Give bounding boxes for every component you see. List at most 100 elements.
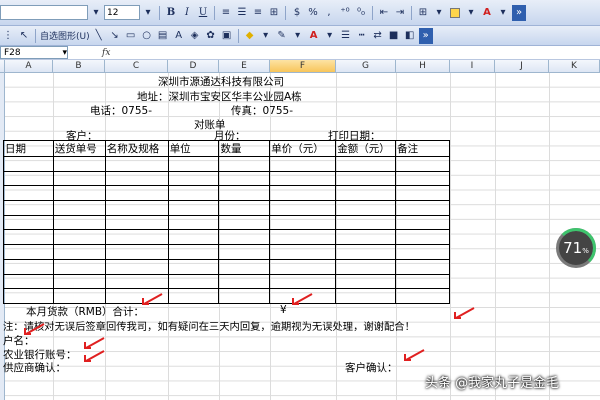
column-header-e[interactable]: E (219, 60, 270, 73)
header-unit-price[interactable]: 单价（元） (269, 140, 337, 157)
autoshapes-menu[interactable]: 自选图形(U) (40, 28, 90, 44)
table-cell[interactable] (104, 229, 169, 246)
wordart-icon[interactable]: A (172, 28, 186, 44)
borders-icon[interactable]: ⊞ (416, 5, 430, 21)
table-cell[interactable] (3, 229, 54, 246)
table-cell[interactable] (335, 200, 397, 216)
column-header-j[interactable]: J (495, 60, 549, 73)
table-cell[interactable] (269, 156, 337, 172)
rectangle-icon[interactable]: ▭ (124, 28, 138, 44)
bold-button[interactable]: B (164, 5, 178, 21)
table-cell[interactable] (167, 258, 220, 275)
table-cell[interactable] (218, 185, 271, 202)
table-cell[interactable] (167, 229, 220, 246)
fill-color-icon[interactable] (448, 5, 462, 21)
column-header-h[interactable]: H (396, 60, 450, 73)
arrow-icon[interactable]: ↘ (108, 28, 122, 44)
company-fax[interactable]: 传真：0755- (231, 103, 293, 118)
column-header-a[interactable]: A (5, 60, 53, 73)
column-header-i[interactable]: I (450, 60, 495, 73)
table-cell[interactable] (52, 214, 106, 231)
font-size-combo[interactable]: 12 (104, 5, 140, 20)
percent-button[interactable]: % (306, 5, 320, 21)
dropdown-arrow-icon[interactable]: ▾ (464, 5, 478, 21)
dropdown-arrow-icon[interactable]: ▾ (323, 28, 337, 44)
table-cell[interactable] (335, 156, 397, 172)
dropdown-arrow-icon[interactable]: ▾ (496, 5, 510, 21)
table-cell[interactable] (167, 200, 220, 216)
customer-confirm-label[interactable]: 客户确认： (345, 360, 398, 375)
table-cell[interactable] (218, 229, 271, 246)
font-name-combo[interactable] (0, 5, 88, 20)
decrease-decimal-icon[interactable]: ⁰₀ (354, 5, 368, 21)
name-box[interactable]: F28 ▾ (0, 46, 68, 59)
column-header-d[interactable]: D (168, 60, 219, 73)
dropdown-arrow-icon[interactable]: ▾ (259, 28, 273, 44)
header-remarks[interactable]: 备注 (395, 140, 450, 157)
table-cell[interactable] (335, 288, 397, 304)
align-left-icon[interactable]: ≡ (219, 5, 233, 21)
table-cell[interactable] (3, 273, 54, 290)
align-right-icon[interactable]: ≡ (251, 5, 265, 21)
table-cell[interactable] (218, 200, 271, 216)
company-name[interactable]: 深圳市源通达科技有限公司 (158, 74, 284, 89)
diagram-icon[interactable]: ◈ (188, 28, 202, 44)
table-cell[interactable] (3, 200, 54, 216)
table-cell[interactable] (269, 200, 337, 216)
table-cell[interactable] (395, 170, 450, 187)
arrow-style-icon[interactable]: ⇄ (371, 28, 385, 44)
draw-menu-icon[interactable]: ⋮ (1, 28, 15, 44)
table-cell[interactable] (269, 214, 337, 231)
dropdown-arrow-icon[interactable]: ▾ (432, 5, 446, 21)
font-color-button[interactable]: A (480, 5, 494, 21)
table-cell[interactable] (167, 156, 220, 172)
toolbar-options-icon[interactable]: » (418, 27, 433, 44)
table-cell[interactable] (335, 185, 397, 202)
table-cell[interactable] (218, 170, 271, 187)
table-cell[interactable] (218, 273, 271, 290)
note-text[interactable]: 注：请核对无误后签章回传我司，如有疑问在三天内回复，逾期视为无误处理，谢谢配合！ (3, 318, 415, 333)
table-cell[interactable] (395, 156, 450, 172)
merge-center-icon[interactable]: ⊞ (267, 5, 281, 21)
column-header-f[interactable]: F (270, 60, 336, 73)
table-cell[interactable] (395, 200, 450, 216)
fill-color-icon[interactable]: ◆ (243, 28, 257, 44)
textbox-icon[interactable]: ▤ (156, 28, 170, 44)
table-cell[interactable] (167, 214, 220, 231)
table-cell[interactable] (335, 258, 397, 275)
table-cell[interactable] (269, 244, 337, 260)
line-style-icon[interactable]: ☰ (339, 28, 353, 44)
table-cell[interactable] (218, 156, 271, 172)
dash-style-icon[interactable]: ┅ (355, 28, 369, 44)
table-cell[interactable] (269, 170, 337, 187)
table-cell[interactable] (104, 273, 169, 290)
table-cell[interactable] (104, 200, 169, 216)
header-date[interactable]: 日期 (3, 140, 54, 157)
table-cell[interactable] (52, 258, 106, 275)
table-cell[interactable] (395, 229, 450, 246)
table-cell[interactable] (52, 288, 106, 304)
currency-symbol[interactable]: ¥ (280, 304, 287, 316)
dropdown-arrow-icon[interactable]: ▾ (141, 5, 155, 21)
font-color-icon[interactable]: A (307, 28, 321, 44)
column-header-k[interactable]: K (549, 60, 600, 73)
table-cell[interactable] (335, 214, 397, 231)
oval-icon[interactable]: ○ (140, 28, 154, 44)
supplier-confirm-label[interactable]: 供应商确认： (3, 360, 66, 375)
table-cell[interactable] (3, 258, 54, 275)
table-cell[interactable] (3, 156, 54, 172)
italic-button[interactable]: I (180, 5, 194, 21)
3d-icon[interactable]: ◧ (403, 28, 417, 44)
table-cell[interactable] (167, 170, 220, 187)
table-cell[interactable] (167, 244, 220, 260)
align-center-icon[interactable]: ☰ (235, 5, 249, 21)
table-cell[interactable] (3, 170, 54, 187)
dropdown-arrow-icon[interactable]: ▾ (291, 28, 305, 44)
table-cell[interactable] (3, 185, 54, 202)
shadow-icon[interactable]: ■ (387, 28, 401, 44)
chevron-down-icon[interactable]: ▾ (62, 48, 67, 58)
table-cell[interactable] (104, 214, 169, 231)
column-header-b[interactable]: B (53, 60, 105, 73)
table-cell[interactable] (167, 185, 220, 202)
company-address[interactable]: 地址：深圳市宝安区华丰公业园A栋 (137, 89, 302, 104)
